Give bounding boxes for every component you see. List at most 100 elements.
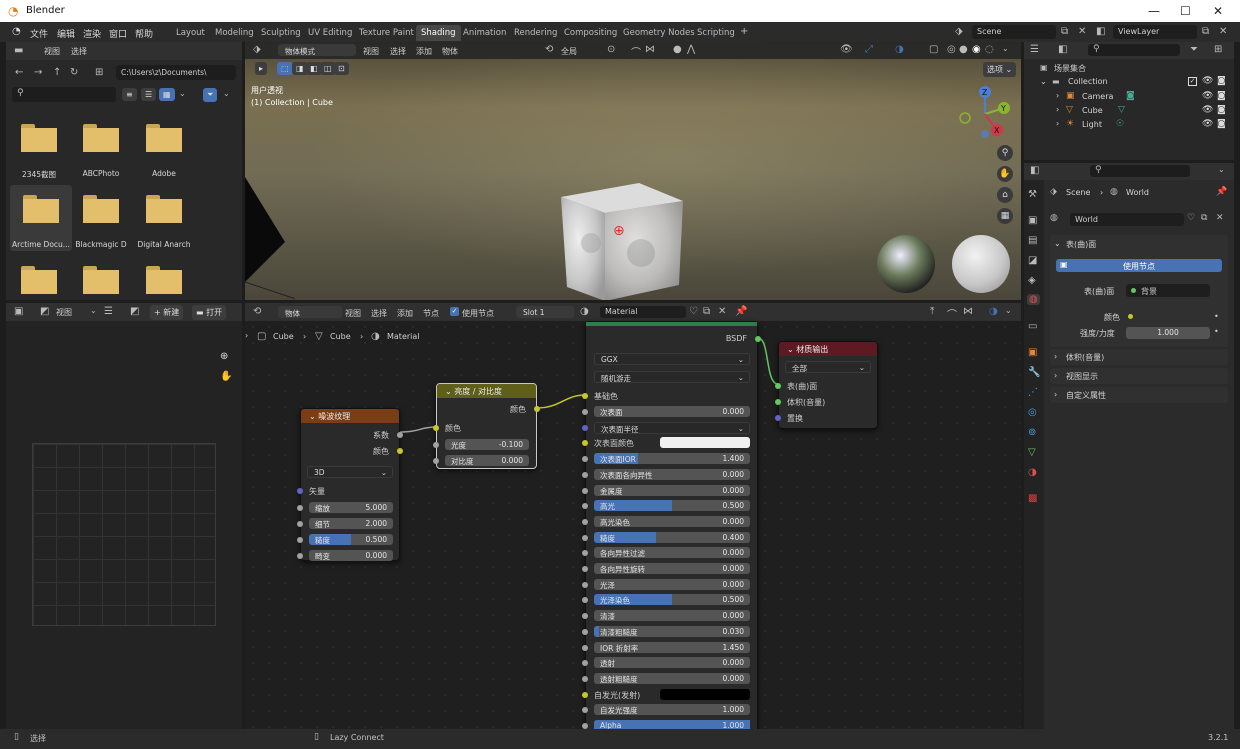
bsdf-field[interactable]: 次表面IOR 1.400 bbox=[594, 453, 750, 465]
viewport-display-panel-header[interactable]: › 视图显示 bbox=[1050, 368, 1228, 384]
transform-orientation-icon[interactable]: ⟲ bbox=[545, 44, 553, 55]
outliner-search-input[interactable]: ⚲ bbox=[1088, 44, 1180, 56]
output-socket-color[interactable] bbox=[397, 448, 403, 454]
editor-type-icon[interactable]: ▣ bbox=[14, 306, 23, 317]
transform-orientation[interactable]: 全局 bbox=[561, 46, 577, 57]
folder-item[interactable] bbox=[133, 264, 195, 300]
folder-item[interactable]: Digital Anarch bbox=[133, 193, 195, 249]
back-icon[interactable]: ← bbox=[15, 67, 23, 78]
rendered-shading-icon[interactable]: ◌ bbox=[985, 44, 994, 55]
collection-checkbox[interactable]: ✓ bbox=[1188, 77, 1197, 86]
bsdf-field[interactable]: 光泽 0.000 bbox=[594, 578, 750, 590]
collection-tab-icon[interactable]: ▭ bbox=[1028, 321, 1037, 332]
bsdf-field[interactable]: 透射 0.000 bbox=[594, 657, 750, 669]
visibility-eye-icon[interactable]: 👁 bbox=[1202, 119, 1213, 129]
strength-field[interactable]: 1.000 bbox=[1126, 327, 1210, 339]
display-horizontal-list-icon[interactable]: ☰ bbox=[141, 88, 157, 101]
tool-tab-icon[interactable]: ⚒ bbox=[1028, 189, 1037, 200]
bc-field[interactable]: 对比度 0.000 bbox=[445, 455, 529, 466]
visibility-eye-icon[interactable]: 👁 bbox=[1202, 105, 1213, 115]
folder-item[interactable]: ABCPhoto bbox=[70, 122, 132, 178]
input-socket[interactable] bbox=[582, 534, 588, 541]
visibility-eye-icon[interactable]: 👁 bbox=[1202, 91, 1213, 101]
output-socket-color[interactable] bbox=[534, 406, 540, 412]
subsurface-method-dropdown[interactable]: 随机游走 ⌄ bbox=[594, 371, 750, 383]
navigation-gizmo[interactable]: Z Y X bbox=[957, 82, 1017, 142]
input-socket-displacement[interactable] bbox=[775, 415, 781, 421]
bsdf-field[interactable]: 清漆粗糙度 0.030 bbox=[594, 625, 750, 637]
tab-shading[interactable]: Shading bbox=[416, 25, 461, 41]
node-header[interactable] bbox=[586, 322, 757, 326]
collection-label[interactable]: Collection bbox=[1068, 77, 1108, 86]
menu-select[interactable]: 选择 bbox=[71, 46, 87, 57]
menu-select[interactable]: 选择 bbox=[390, 46, 406, 57]
delete-view-layer-icon[interactable]: ✕ bbox=[1219, 26, 1227, 37]
tab-layout[interactable]: Layout bbox=[171, 25, 210, 41]
input-socket[interactable] bbox=[582, 503, 588, 510]
decorator-dot-icon[interactable]: • bbox=[1214, 312, 1219, 321]
input-socket[interactable] bbox=[582, 566, 588, 572]
scene-tab-icon[interactable]: ◈ bbox=[1028, 275, 1036, 286]
bsdf-field[interactable]: IOR 折射率 1.450 bbox=[594, 641, 750, 653]
folder-item-selected[interactable]: Arctime Docu... bbox=[10, 185, 72, 251]
properties-search-input[interactable]: ⚲ bbox=[1090, 165, 1190, 177]
pan-hand-icon[interactable]: ✋ bbox=[220, 371, 232, 382]
constraints-tab-icon[interactable]: ⊚ bbox=[1028, 427, 1036, 438]
noise-field[interactable]: 糙度 0.500 bbox=[309, 534, 393, 545]
bsdf-field[interactable]: 自发光强度 1.000 bbox=[594, 704, 750, 716]
new-folder-icon[interactable]: ⊞ bbox=[95, 67, 103, 78]
pan-hand-icon[interactable]: ✋ bbox=[997, 166, 1013, 182]
volume-panel-header[interactable]: › 体积(音量) bbox=[1050, 349, 1228, 365]
select-intersect-icon[interactable]: ⊡ bbox=[334, 62, 349, 75]
duplicate-world-icon[interactable]: ⧉ bbox=[1201, 213, 1207, 223]
menu-add[interactable]: 添加 bbox=[416, 46, 432, 57]
tab-uv-editing[interactable]: UV Editing bbox=[303, 25, 357, 41]
image-mode-icon[interactable]: ◩ bbox=[40, 306, 49, 317]
editor-type-icon[interactable]: ☰ bbox=[1030, 44, 1039, 55]
output-socket-bsdf[interactable] bbox=[755, 336, 761, 342]
input-socket[interactable] bbox=[582, 660, 588, 667]
snap-icon[interactable]: ⌒ bbox=[631, 44, 641, 59]
principled-bsdf-node[interactable]: BSDF GGX ⌄ 随机游走 ⌄ 基础色 次表面 0.000 次表面半径 ⌄ 次表面颜… bbox=[582, 321, 761, 729]
input-socket-base-color[interactable] bbox=[582, 393, 588, 399]
input-socket[interactable] bbox=[582, 424, 588, 431]
input-socket-color[interactable] bbox=[433, 425, 439, 431]
view-layer-selector[interactable]: ViewLayer bbox=[1113, 25, 1197, 39]
distribution-dropdown[interactable]: GGX ⌄ bbox=[594, 353, 750, 365]
surface-panel-header[interactable]: ⌄ 表(曲)面 bbox=[1050, 235, 1228, 253]
noise-texture-node[interactable]: ⌄ 噪波纹理 系数 颜色 3D ⌄ 矢量 缩放 5.000 细节 2.000 糙度 bbox=[297, 408, 403, 561]
blender-menu-icon[interactable]: ◔ bbox=[12, 26, 21, 37]
menu-render[interactable]: 渲染 bbox=[83, 27, 101, 40]
new-scene-icon[interactable]: ⧉ bbox=[1061, 26, 1068, 37]
color-swatch[interactable] bbox=[660, 688, 750, 700]
output-tab-icon[interactable]: ▤ bbox=[1028, 235, 1037, 246]
open-image-button[interactable]: ▬ 打开 bbox=[192, 305, 227, 320]
input-socket[interactable] bbox=[582, 440, 588, 447]
input-socket[interactable] bbox=[582, 707, 588, 714]
node-header[interactable]: ⌄ 材质输出 bbox=[779, 342, 877, 356]
input-socket[interactable] bbox=[582, 581, 588, 588]
texture-tab-icon[interactable]: ▩ bbox=[1028, 493, 1037, 504]
tab-sculpting[interactable]: Sculpting bbox=[256, 25, 306, 41]
input-socket[interactable] bbox=[582, 456, 588, 463]
close-icon[interactable]: ✕ bbox=[1213, 4, 1223, 18]
image-browse-icon[interactable]: ◩ bbox=[130, 306, 139, 317]
menu-object[interactable]: 物体 bbox=[442, 46, 458, 57]
new-view-layer-icon[interactable]: ⧉ bbox=[1202, 26, 1209, 37]
node-header[interactable]: ⌄ 噪波纹理 bbox=[301, 409, 399, 423]
object-mode-dropdown[interactable]: 物体模式 bbox=[278, 44, 356, 56]
visibility-icon[interactable]: 👁 bbox=[840, 44, 853, 55]
bsdf-field[interactable]: 光泽染色 0.500 bbox=[594, 594, 750, 606]
folder-item[interactable] bbox=[70, 264, 132, 300]
input-socket[interactable] bbox=[582, 613, 588, 620]
tab-modeling[interactable]: Modeling bbox=[210, 25, 259, 41]
bsdf-field[interactable]: 次表面各向异性 0.000 bbox=[594, 468, 750, 480]
material-output-node[interactable]: ⌄ 材质输出 全部 ⌄ 表(曲)面 体积(音量) 置换 bbox=[775, 341, 878, 429]
new-image-button[interactable]: + 新建 bbox=[150, 305, 184, 320]
snap-target-icon[interactable]: ⋈ bbox=[645, 44, 655, 55]
bsdf-field[interactable]: 透射粗糙度 0.000 bbox=[594, 672, 750, 684]
color-swatch[interactable] bbox=[660, 437, 750, 449]
material-preview-icon[interactable]: ◉ bbox=[972, 44, 981, 55]
input-socket[interactable] bbox=[297, 521, 303, 527]
input-socket-volume[interactable] bbox=[775, 399, 781, 405]
